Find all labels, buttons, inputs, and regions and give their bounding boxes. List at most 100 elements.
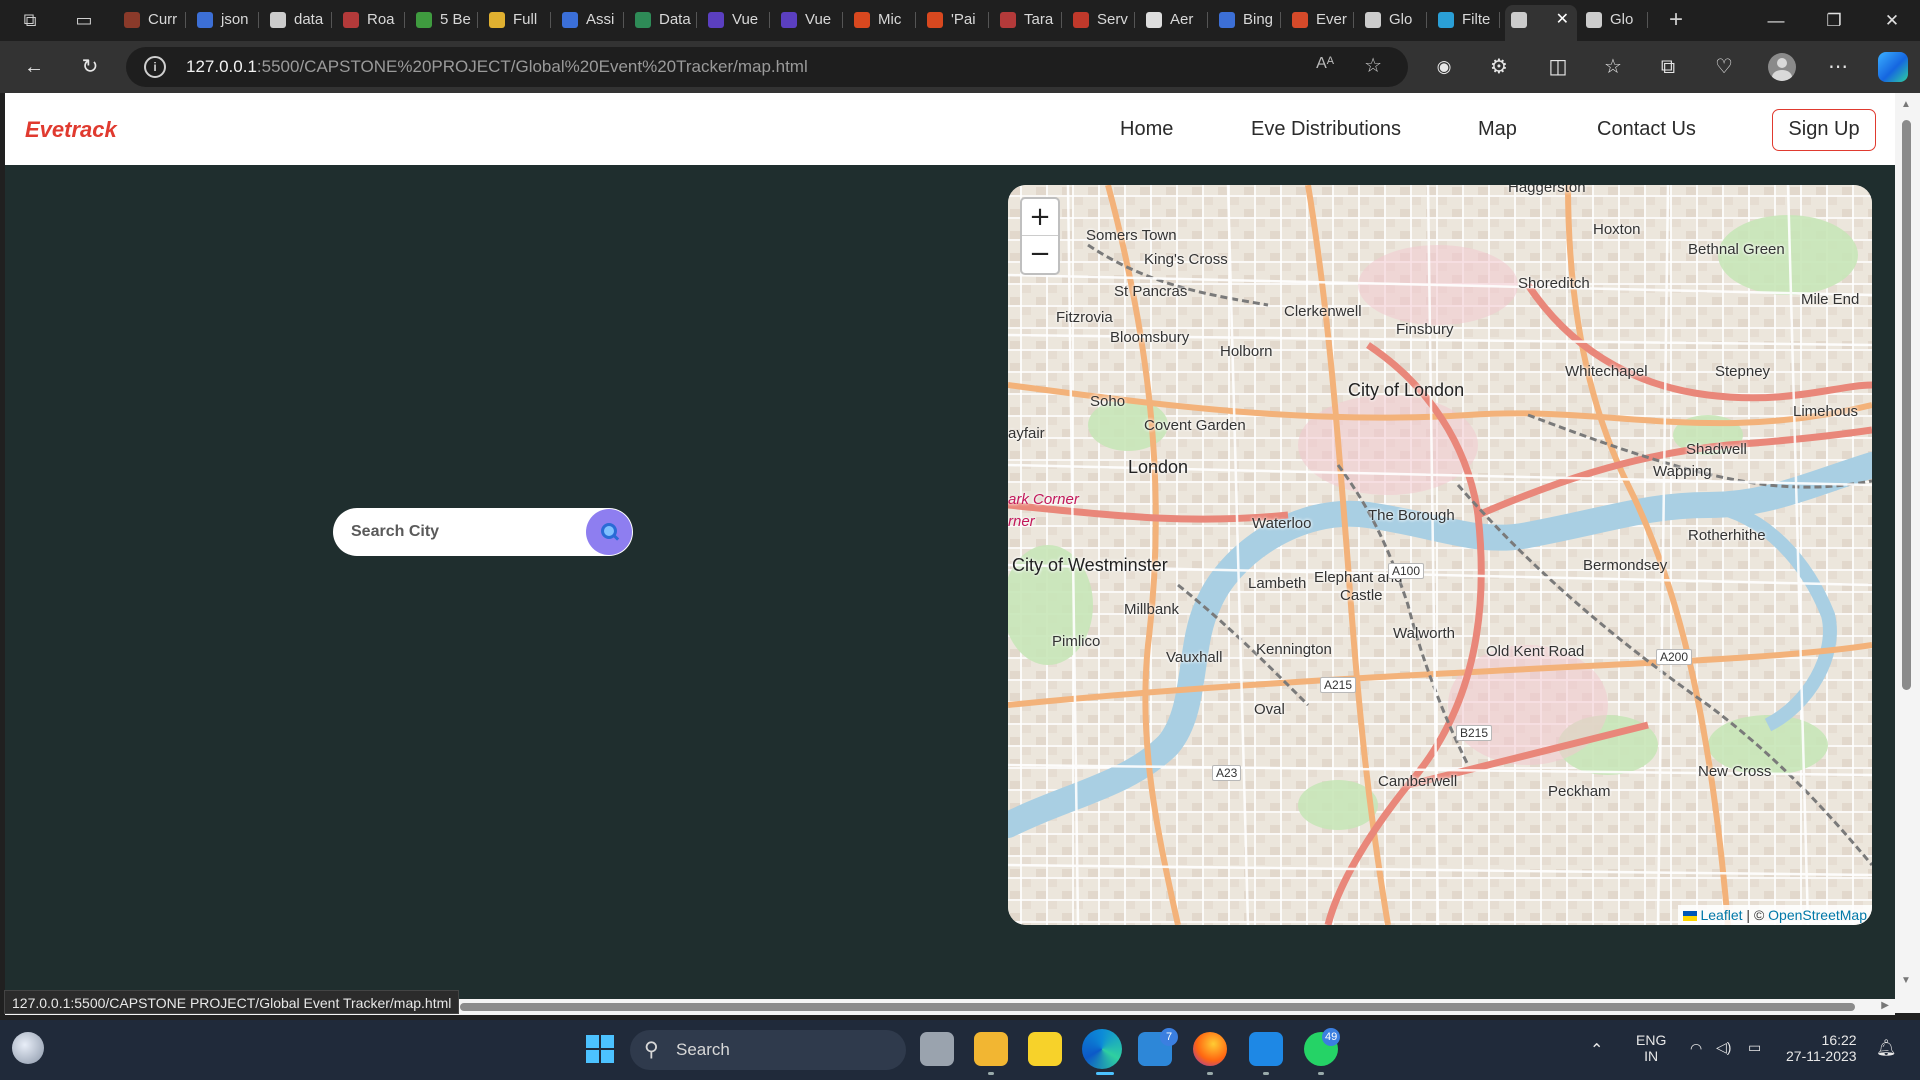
road-shield-label: A23	[1212, 765, 1242, 781]
sign-up-button[interactable]: Sign Up	[1772, 109, 1876, 151]
clock[interactable]: 16:22 27-11-2023	[1786, 1032, 1857, 1064]
extensions-icon[interactable]: ⚙	[1483, 52, 1515, 82]
leaflet-link[interactable]: Leaflet	[1700, 907, 1742, 923]
scroll-down-icon[interactable]: ▼	[1901, 975, 1911, 986]
tab-label: Mic	[878, 11, 902, 28]
profile-avatar[interactable]	[1768, 53, 1796, 81]
browser-tab[interactable]: Bing	[1213, 5, 1281, 35]
zoom-in-button[interactable]: +	[1022, 199, 1058, 236]
scroll-right-icon[interactable]: ▶	[1881, 1000, 1889, 1011]
show-hidden-icons-icon[interactable]: ⌃	[1590, 1040, 1603, 1060]
vscode-tasks-badge: 7	[1160, 1028, 1178, 1046]
tab-label: Filte	[1462, 11, 1491, 28]
wifi-icon[interactable]: ◠	[1690, 1040, 1702, 1057]
ukraine-flag-icon	[1683, 911, 1698, 921]
battery-icon[interactable]: ▭	[1748, 1039, 1761, 1056]
workspaces-icon[interactable]: ⧉	[14, 7, 46, 33]
browser-tab[interactable]: Roa	[337, 5, 405, 35]
tab-separator	[1134, 12, 1135, 28]
browser-essentials-icon[interactable]: ♡	[1708, 52, 1740, 82]
browser-tab[interactable]: Vue	[702, 5, 770, 35]
visual-studio-code-icon[interactable]	[1249, 1032, 1283, 1066]
back-icon[interactable]: ←	[18, 52, 50, 82]
address-bar[interactable]: i 127.0.0.1:5500/CAPSTONE%20PROJECT/Glob…	[126, 47, 1408, 87]
map-place-label: Limehous	[1793, 403, 1859, 420]
start-windows-icon[interactable]	[583, 1032, 617, 1066]
language-indicator[interactable]: ENG IN	[1636, 1032, 1666, 1064]
extension-cookie-icon[interactable]: ◉	[1428, 52, 1460, 82]
sticky-notes-icon[interactable]	[1028, 1032, 1062, 1066]
copilot-icon[interactable]	[1878, 52, 1908, 82]
map-place-label: Shoreditch	[1518, 275, 1590, 292]
browser-tab[interactable]: Assi	[556, 5, 624, 35]
browser-tab[interactable]: Serv	[1067, 5, 1135, 35]
nav-home[interactable]: Home	[1120, 118, 1173, 141]
scroll-up-icon[interactable]: ▲	[1901, 99, 1911, 110]
refresh-icon[interactable]: ↻	[74, 52, 106, 82]
collections-icon[interactable]: ⧉	[1652, 52, 1684, 82]
read-aloud-icon[interactable]: Aᴬ	[1316, 55, 1334, 73]
browser-tab[interactable]: data	[264, 5, 332, 35]
browser-tab[interactable]: Tara	[994, 5, 1062, 35]
task-view-icon[interactable]	[920, 1032, 954, 1066]
browser-tab[interactable]: Mic	[848, 5, 916, 35]
tab-favicon-icon	[927, 12, 943, 28]
browser-tab[interactable]: Full	[483, 5, 551, 35]
site-logo[interactable]: Evetrack	[25, 117, 117, 143]
horizontal-scroll-thumb[interactable]	[460, 1003, 1855, 1011]
tab-separator	[1499, 12, 1500, 28]
new-tab-button[interactable]: +	[1660, 7, 1692, 33]
browser-tab[interactable]: Ever	[1286, 5, 1354, 35]
browser-tab[interactable]: Curr	[118, 5, 186, 35]
firefox-icon[interactable]	[1193, 1032, 1227, 1066]
tab-actions-icon[interactable]: ▭	[68, 7, 100, 33]
browser-tab[interactable]: 5 Be	[410, 5, 478, 35]
map-place-label: Whitechapel	[1565, 363, 1648, 380]
browser-toolbar: ← ↻ i 127.0.0.1:5500/CAPSTONE%20PROJECT/…	[0, 41, 1920, 93]
tab-label: Ever	[1316, 11, 1347, 28]
close-tab-icon[interactable]: ✕	[1556, 5, 1569, 35]
weather-icon[interactable]	[12, 1032, 44, 1064]
notifications-bell-icon[interactable]: 🔔︎	[1876, 1038, 1896, 1058]
close-window-button[interactable]: ✕	[1864, 0, 1920, 41]
tab-separator	[185, 12, 186, 28]
tab-active[interactable]: ✕	[1505, 5, 1577, 41]
browser-tab[interactable]: Filte	[1432, 5, 1500, 35]
more-menu-icon[interactable]: ⋯	[1822, 52, 1854, 82]
file-explorer-icon[interactable]	[974, 1032, 1008, 1066]
browser-tab[interactable]: Aer	[1140, 5, 1208, 35]
site-info-icon[interactable]: i	[144, 56, 166, 78]
tab-favicon-icon	[854, 12, 870, 28]
search-city-input[interactable]	[351, 508, 571, 556]
vertical-scroll-thumb[interactable]	[1902, 120, 1911, 690]
nav-eve-distributions[interactable]: Eve Distributions	[1251, 118, 1401, 141]
favorite-star-icon[interactable]: ☆	[1364, 53, 1382, 78]
edge-icon[interactable]	[1082, 1029, 1122, 1069]
nav-contact-us[interactable]: Contact Us	[1597, 118, 1696, 141]
zoom-out-button[interactable]: −	[1022, 236, 1058, 273]
browser-tab[interactable]: Vue	[775, 5, 843, 35]
browser-tab[interactable]: Data	[629, 5, 697, 35]
browser-tab[interactable]: Glo	[1580, 5, 1648, 35]
browser-tab[interactable]: json	[191, 5, 259, 35]
search-icon[interactable]	[586, 509, 632, 555]
osm-link[interactable]: OpenStreetMap	[1768, 907, 1867, 923]
leaflet-map[interactable]: Haggerston Somers Town Hoxton Bethnal Green…	[1008, 185, 1872, 925]
tab-separator	[1426, 12, 1427, 28]
minimize-button[interactable]: —	[1748, 0, 1804, 41]
favorites-icon[interactable]: ☆	[1597, 52, 1629, 82]
restore-button[interactable]: ❐	[1806, 0, 1862, 41]
taskbar-search[interactable]: ⚲ Search	[630, 1030, 906, 1070]
nav-map[interactable]: Map	[1478, 118, 1517, 141]
vertical-scrollbar[interactable]: ▲ ▼	[1895, 93, 1920, 1013]
browser-tab[interactable]: 'Pai	[921, 5, 989, 35]
taskbar-search-label: Search	[676, 1040, 730, 1059]
tab-favicon-icon	[489, 12, 505, 28]
split-screen-icon[interactable]: ◫	[1542, 52, 1574, 82]
tab-separator	[842, 12, 843, 28]
volume-icon[interactable]: ◁)	[1716, 1039, 1731, 1056]
map-place-label: Haggerston	[1508, 185, 1586, 196]
map-place-label: Walworth	[1393, 625, 1455, 642]
url-text[interactable]: 127.0.0.1:5500/CAPSTONE%20PROJECT/Global…	[186, 47, 808, 87]
browser-tab[interactable]: Glo	[1359, 5, 1427, 35]
